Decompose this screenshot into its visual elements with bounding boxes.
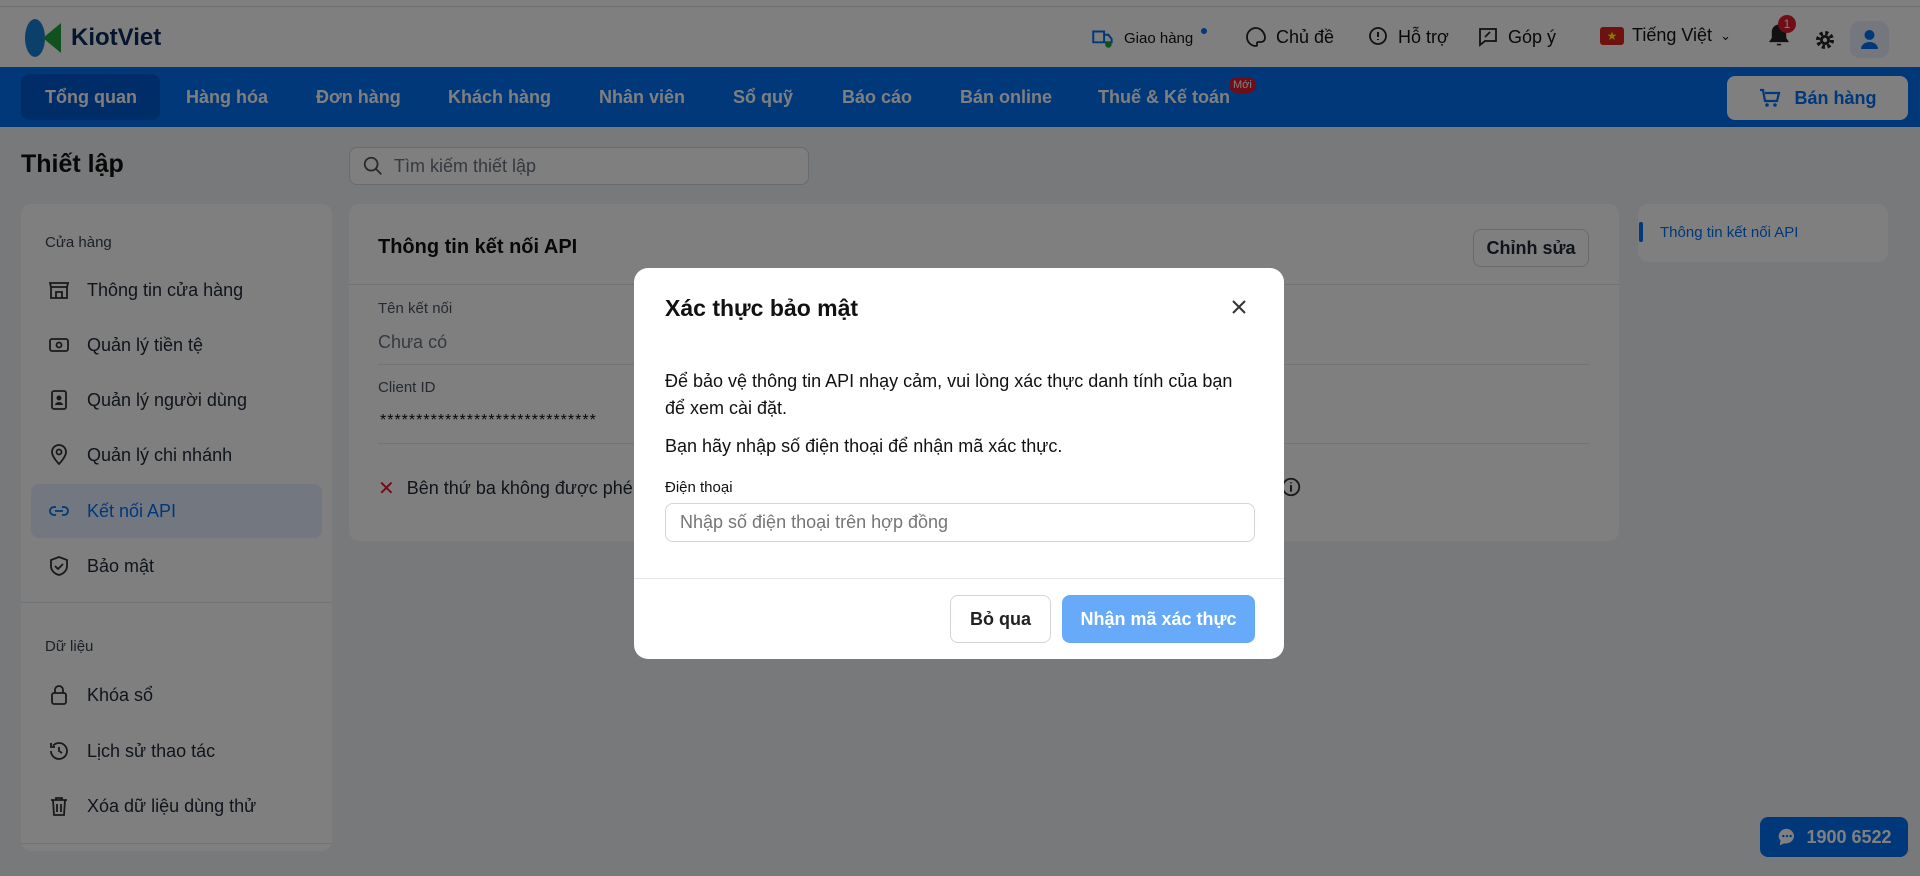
security-verification-modal: Xác thực bảo mật Để bảo vệ thông tin API…	[634, 268, 1284, 659]
modal-instruction: Bạn hãy nhập số điện thoại để nhận mã xá…	[665, 436, 1063, 456]
hotline-button[interactable]: 1900 6522	[1760, 817, 1908, 857]
close-icon[interactable]	[1230, 298, 1248, 316]
modal-title: Xác thực bảo mật	[665, 295, 859, 321]
modal-desc-line2: để xem cài đặt.	[665, 398, 788, 418]
get-code-button[interactable]: Nhận mã xác thực	[1062, 595, 1255, 643]
chat-icon	[1779, 828, 1795, 846]
phone-label: Điện thoại	[665, 479, 733, 496]
modal-footer-divider	[634, 578, 1284, 579]
cancel-button[interactable]: Bỏ qua	[950, 595, 1051, 643]
modal-description: Để bảo vệ thông tin API nhạy cảm, vui lò…	[665, 368, 1232, 422]
hotline-number: 1900 6522	[1806, 826, 1892, 847]
phone-input[interactable]	[665, 503, 1255, 542]
modal-desc-line1: Để bảo vệ thông tin API nhạy cảm, vui lò…	[665, 371, 1233, 391]
